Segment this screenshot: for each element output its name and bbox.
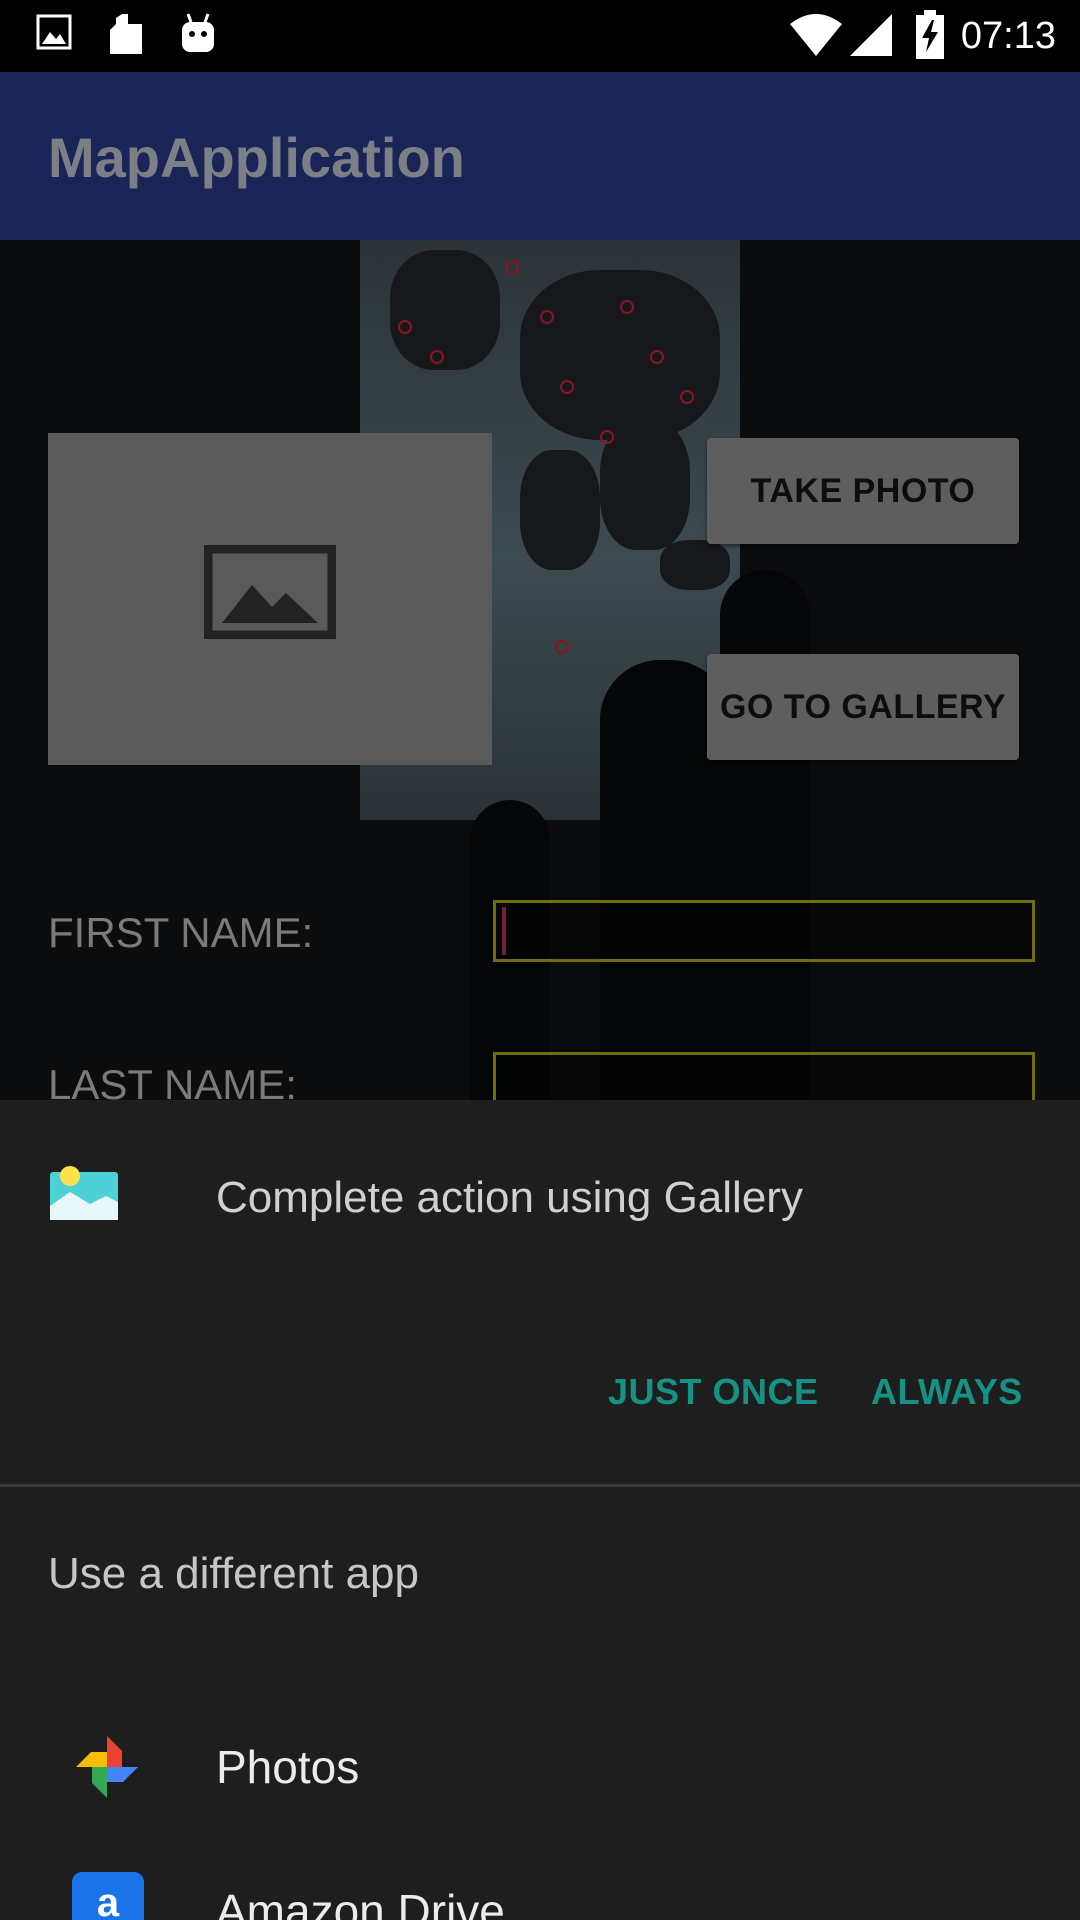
take-photo-button[interactable]: TAKE PHOTO bbox=[707, 438, 1019, 544]
app-option-label: Photos bbox=[216, 1741, 360, 1793]
go-to-gallery-button[interactable]: GO TO GALLERY bbox=[707, 654, 1019, 760]
signal-icon bbox=[850, 14, 892, 61]
chooser-title: Complete action using Gallery bbox=[216, 1173, 803, 1222]
first-name-field[interactable] bbox=[493, 900, 1035, 962]
last-name-field[interactable] bbox=[493, 1052, 1035, 1100]
main-content: TAKE PHOTO GO TO GALLERY FIRST NAME: LAS… bbox=[0, 240, 1080, 1100]
app-option-amazon-drive[interactable]: a Amazon Drive bbox=[0, 1852, 1080, 1920]
wifi-icon bbox=[790, 14, 842, 61]
app-title: MapApplication bbox=[48, 126, 465, 189]
app-option-photos[interactable]: Photos bbox=[0, 1692, 1080, 1842]
text-cursor bbox=[502, 907, 506, 955]
image-icon bbox=[36, 12, 72, 57]
gallery-icon bbox=[50, 1162, 118, 1227]
first-name-label: FIRST NAME: bbox=[48, 909, 314, 956]
use-different-app-heading: Use a different app bbox=[48, 1549, 419, 1598]
last-name-label: LAST NAME: bbox=[48, 1061, 297, 1100]
app-bar: MapApplication bbox=[0, 72, 1080, 240]
always-button[interactable]: ALWAYS bbox=[871, 1370, 1023, 1414]
status-time: 07:13 bbox=[960, 15, 1056, 57]
just-once-button[interactable]: JUST ONCE bbox=[608, 1370, 819, 1414]
image-placeholder-icon bbox=[203, 544, 337, 644]
divider bbox=[0, 1484, 1080, 1487]
status-bar: 07:13 bbox=[0, 0, 1080, 72]
screen: 07:13 MapApplication TAKE PHOTO GO TO GA… bbox=[0, 0, 1080, 1920]
photo-preview bbox=[48, 433, 492, 765]
svg-text:a: a bbox=[97, 1881, 120, 1920]
photos-icon bbox=[72, 1732, 142, 1807]
amazon-drive-icon: a bbox=[72, 1872, 144, 1920]
android-icon bbox=[178, 12, 218, 61]
battery-charging-icon bbox=[914, 10, 946, 65]
app-option-label: Amazon Drive bbox=[216, 1885, 505, 1920]
sd-card-icon bbox=[106, 12, 146, 61]
app-chooser-sheet: Complete action using Gallery JUST ONCE … bbox=[0, 1100, 1080, 1920]
